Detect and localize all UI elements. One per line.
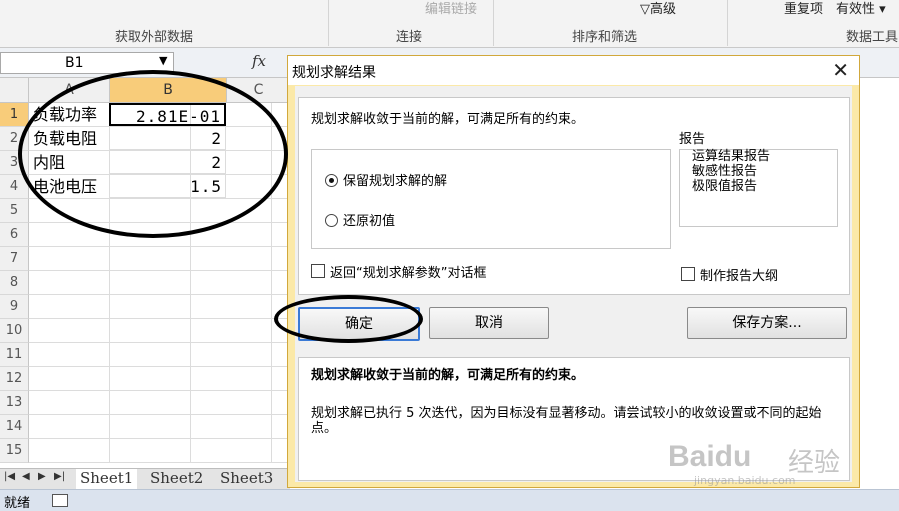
outline-reports-checkbox[interactable]: [681, 267, 695, 281]
row-header[interactable]: 7: [0, 247, 29, 271]
chevron-down-icon[interactable]: ▼: [159, 54, 167, 67]
results-panel: 规划求解收敛于当前的解，可满足所有的约束。 报告 保留规划求解的解 还原初值 运…: [298, 97, 850, 295]
cancel-button[interactable]: 取消: [429, 307, 549, 339]
group-label-sort-filter: 排序和筛选: [572, 30, 638, 45]
macro-record-icon[interactable]: [52, 494, 68, 507]
sheet-tab-3[interactable]: Sheet3: [216, 469, 277, 488]
solution-options-group: 保留规划求解的解 还原初值: [311, 149, 671, 249]
reports-listbox[interactable]: 运算结果报告 敏感性报告 极限值报告: [679, 149, 838, 227]
restore-values-label[interactable]: 还原初值: [343, 210, 395, 229]
reports-label: 报告: [679, 132, 706, 147]
name-box-value: B1: [65, 55, 84, 71]
solver-results-dialog: 规划求解结果 ✕ 规划求解收敛于当前的解，可满足所有的约束。 报告 保留规划求解…: [287, 55, 860, 488]
advanced-icon: ▽: [640, 2, 650, 17]
row-header[interactable]: 10: [0, 319, 29, 343]
watermark-url: jingyan.baidu.com: [694, 474, 796, 487]
restore-values-radio[interactable]: [325, 214, 338, 227]
keep-solution-label[interactable]: 保留规划求解的解: [343, 170, 447, 189]
prev-sheet-icon[interactable]: ◀: [22, 471, 30, 482]
sheet-tab-bar: |◀ ◀ ▶ ▶| Sheet1 Sheet2 Sheet3: [0, 468, 290, 490]
dialog-title: 规划求解结果: [292, 65, 376, 81]
ribbon-divider: [328, 0, 329, 46]
row-header[interactable]: 6: [0, 223, 29, 247]
result-message: 规划求解收敛于当前的解，可满足所有的约束。: [311, 112, 585, 127]
status-text: 就绪: [4, 496, 31, 511]
remove-duplicates-button[interactable]: 重复项: [784, 0, 823, 17]
row-header[interactable]: 13: [0, 391, 29, 415]
keep-solution-radio[interactable]: [325, 174, 338, 187]
detail-title: 规划求解收敛于当前的解，可满足所有的约束。: [311, 368, 585, 383]
row-header[interactable]: 1: [0, 103, 29, 127]
baidu-logo: Baidu: [668, 440, 752, 473]
group-label-external-data: 获取外部数据: [115, 30, 194, 45]
sheet-tab-2[interactable]: Sheet2: [146, 469, 207, 488]
data-validation-button[interactable]: 有效性 ▾: [836, 0, 886, 17]
row-header[interactable]: 9: [0, 295, 29, 319]
row-header[interactable]: 15: [0, 439, 29, 463]
return-to-params-label[interactable]: 返回“规划求解参数”对话框: [330, 262, 486, 281]
close-icon[interactable]: ✕: [832, 58, 849, 82]
row-header[interactable]: 8: [0, 271, 29, 295]
annotation-ellipse-ok: [274, 295, 423, 343]
report-item[interactable]: 敏感性报告: [692, 165, 757, 179]
dialog-titlebar[interactable]: 规划求解结果 ✕: [288, 56, 859, 85]
outline-reports-label[interactable]: 制作报告大纲: [700, 265, 778, 284]
row-header[interactable]: 5: [0, 199, 29, 223]
annotation-ellipse-cells: [18, 70, 288, 238]
status-bar: 就绪: [0, 489, 899, 511]
edit-links-button[interactable]: 编辑链接: [425, 0, 477, 17]
row-header[interactable]: 11: [0, 343, 29, 367]
ribbon-divider: [493, 0, 494, 46]
last-sheet-icon[interactable]: ▶|: [54, 471, 65, 482]
dialog-body: 规划求解收敛于当前的解，可满足所有的约束。 报告 保留规划求解的解 还原初值 运…: [295, 86, 852, 482]
return-to-params-checkbox[interactable]: [311, 264, 325, 278]
sheet-area-right[interactable]: [858, 78, 899, 488]
detail-text: 规划求解已执行 5 次迭代，因为目标没有显著移动。请尝试较小的收敛设置或不同的起…: [311, 406, 822, 436]
baidu-watermark: Baidu 经验 jingyan.baidu.com: [668, 440, 888, 488]
select-all-corner[interactable]: [0, 78, 29, 103]
group-label-data-tools: 数据工具: [846, 30, 899, 45]
save-scenario-button[interactable]: 保存方案...: [687, 307, 847, 339]
next-sheet-icon[interactable]: ▶: [38, 471, 46, 482]
first-sheet-icon[interactable]: |◀: [4, 471, 15, 482]
insert-function-icon[interactable]: fx: [252, 52, 266, 70]
sheet-tab-1[interactable]: Sheet1: [76, 469, 138, 490]
row-header[interactable]: 12: [0, 367, 29, 391]
ribbon: 编辑链接 ▽高级 重复项 有效性 ▾ 获取外部数据 连接 排序和筛选 数据工具: [0, 0, 899, 48]
advanced-filter-button[interactable]: ▽高级: [640, 0, 676, 17]
group-label-connections: 连接: [396, 30, 423, 45]
report-item[interactable]: 极限值报告: [692, 180, 757, 194]
row-header[interactable]: 14: [0, 415, 29, 439]
ribbon-divider: [727, 0, 728, 46]
report-item[interactable]: 运算结果报告: [692, 150, 770, 164]
